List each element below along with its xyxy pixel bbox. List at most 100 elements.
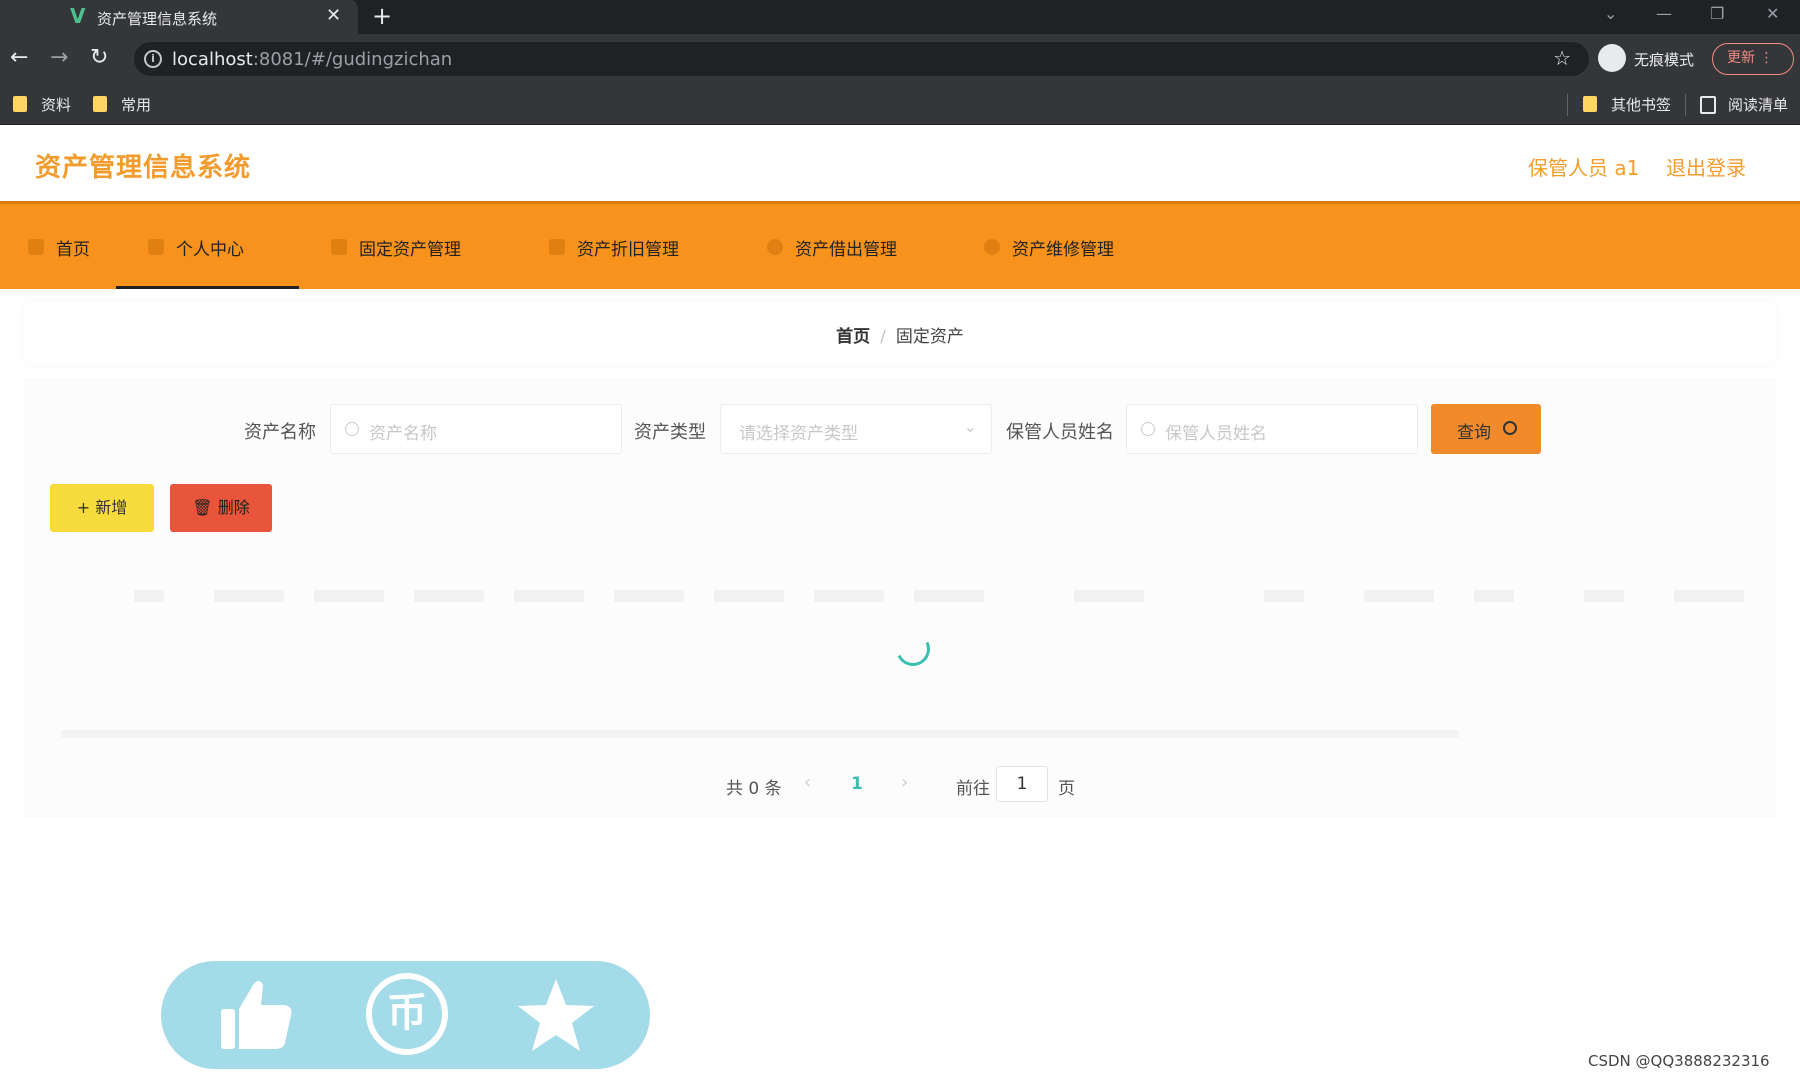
nav-item-lending[interactable]: 资产借出管理	[767, 204, 917, 289]
update-label: 更新	[1727, 50, 1755, 66]
update-button[interactable]: 更新 ⋮	[1712, 43, 1794, 75]
asset-name-input[interactable]: 资产名称	[330, 404, 622, 454]
table-header-loading	[74, 574, 1754, 622]
next-page-icon[interactable]: ›	[901, 772, 908, 793]
nav-item-repair[interactable]: 资产维修管理	[984, 204, 1134, 289]
asset-name-label: 资产名称	[244, 422, 316, 443]
coin-icon[interactable]: 币	[366, 973, 448, 1055]
bookmark-folder-changyong[interactable]: 常用	[93, 94, 151, 115]
asset-type-label: 资产类型	[634, 422, 706, 443]
add-button[interactable]: + 新增	[50, 484, 154, 532]
url-host: localhost	[172, 49, 253, 70]
breadcrumb: 首页 / 固定资产	[24, 322, 1776, 347]
nav-item-label: 资产维修管理	[1012, 240, 1114, 260]
page-unit-label: 页	[1058, 779, 1075, 799]
query-button[interactable]: 查询	[1431, 404, 1541, 454]
omnibox[interactable]: i localhost:8081/#/gudingzichan ☆	[134, 42, 1589, 76]
chevron-down-icon: ⌄	[963, 417, 977, 436]
page-number-current[interactable]: 1	[851, 774, 863, 794]
bookmarks-bar: 资料 常用 其他书签 阅读清单	[0, 84, 1800, 125]
nav-item-label: 固定资产管理	[359, 240, 461, 260]
watermark: CSDN @QQ3888232316	[1588, 1052, 1770, 1070]
nav-item-label: 个人中心	[176, 240, 244, 260]
system-title: 资产管理信息系统	[35, 153, 252, 183]
delete-button[interactable]: 🗑 删除	[170, 484, 272, 532]
loading-spinner-icon	[891, 627, 935, 671]
minimize-icon[interactable]: —	[1656, 4, 1672, 23]
delete-label: 删除	[217, 498, 250, 517]
asset-type-select[interactable]: 请选择资产类型 ⌄	[720, 404, 992, 454]
breadcrumb-home[interactable]: 首页	[836, 327, 870, 347]
keeper-name-input[interactable]: 保管人员姓名	[1126, 404, 1418, 454]
nav-item-label: 资产折旧管理	[577, 240, 679, 260]
prev-page-icon[interactable]: ‹	[804, 772, 811, 793]
menu-icon	[331, 239, 347, 255]
nav-item-depreciation[interactable]: 资产折旧管理	[549, 204, 699, 289]
back-icon[interactable]: ←	[10, 46, 28, 70]
nav-item-label: 资产借出管理	[795, 240, 897, 260]
menu-icon	[984, 239, 1000, 255]
content-panel: 资产名称 资产名称 资产类型 请选择资产类型 ⌄ 保管人员姓名 保管人员姓名 查…	[24, 378, 1776, 818]
table-header-cell	[134, 590, 164, 602]
table-header-cell	[1474, 590, 1514, 602]
vue-favicon-icon: V	[70, 4, 86, 28]
search-icon	[1141, 422, 1155, 436]
incognito-icon	[1598, 44, 1626, 72]
logout-link[interactable]: 退出登录	[1666, 152, 1746, 181]
table-header-cell	[214, 590, 284, 602]
tab-search-icon[interactable]: ⌄	[1604, 4, 1617, 23]
browser-tab-title: 资产管理信息系统	[97, 10, 218, 28]
nav-item-home[interactable]: 首页	[28, 204, 108, 289]
pagination-total: 共 0 条	[726, 779, 782, 799]
bookmark-divider	[1685, 94, 1686, 116]
table-header-cell	[914, 590, 984, 602]
search-icon	[345, 422, 359, 436]
reading-list[interactable]: 阅读清单	[1700, 94, 1788, 115]
app-header: 资产管理信息系统 保管人员 a1 退出登录	[0, 125, 1800, 201]
bookmark-folder-other[interactable]: 其他书签	[1583, 94, 1671, 115]
incognito-label: 无痕模式	[1634, 51, 1695, 69]
bookmark-folder-ziliao[interactable]: 资料	[13, 94, 71, 115]
browser-tab[interactable]: V 资产管理信息系统 ✕	[0, 0, 358, 34]
nav-item-fixed-assets[interactable]: 固定资产管理	[331, 204, 481, 289]
breadcrumb-separator: /	[880, 327, 886, 347]
nav-item-personal-center[interactable]: 个人中心	[116, 204, 299, 289]
menu-icon	[549, 239, 565, 255]
table-header-cell	[1584, 590, 1624, 602]
url-text: localhost:8081/#/gudingzichan	[172, 49, 452, 70]
keeper-name-label: 保管人员姓名	[1006, 422, 1114, 443]
table-header-cell	[1364, 590, 1434, 602]
thumbs-up-icon[interactable]	[213, 973, 297, 1057]
reload-icon[interactable]: ↻	[90, 46, 108, 70]
table-horizontal-scrollbar[interactable]	[60, 730, 1460, 738]
current-user: 保管人员 a1	[1528, 156, 1640, 180]
goto-label: 前往	[956, 779, 990, 799]
table-header-cell	[1674, 590, 1744, 602]
breadcrumb-current: 固定资产	[895, 327, 964, 347]
asset-name-placeholder: 资产名称	[369, 424, 437, 444]
table-header-cell	[1074, 590, 1144, 602]
table-header-cell	[1264, 590, 1304, 602]
table-header-cell	[314, 590, 384, 602]
main-nav: 首页 个人中心 固定资产管理 资产折旧管理 资产借出管理 资产维修管理	[0, 201, 1800, 289]
floating-action-bar: 币	[161, 961, 650, 1069]
trash-icon: 🗑	[192, 498, 213, 517]
new-tab-icon[interactable]: +	[372, 2, 392, 30]
site-info-icon[interactable]: i	[144, 50, 162, 68]
bookmark-divider	[1567, 94, 1568, 116]
close-tab-icon[interactable]: ✕	[326, 5, 341, 26]
forward-icon[interactable]: →	[50, 46, 68, 70]
bookmark-star-icon[interactable]: ☆	[1553, 46, 1571, 70]
close-window-icon[interactable]: ✕	[1766, 4, 1779, 23]
goto-page-input[interactable]: 1	[996, 766, 1048, 802]
query-label: 查询	[1457, 423, 1491, 443]
table-header-cell	[514, 590, 584, 602]
pagination: 共 0 条 ‹ 1 › 前往 1 页	[24, 766, 1776, 806]
home-icon	[28, 239, 44, 255]
asset-type-placeholder: 请选择资产类型	[739, 424, 858, 444]
browser-tab-strip: V 资产管理信息系统 ✕ + ⌄ — ❐ ✕	[0, 0, 1800, 34]
table-header-cell	[414, 590, 484, 602]
user-icon	[148, 239, 164, 255]
star-icon[interactable]	[514, 973, 598, 1057]
restore-icon[interactable]: ❐	[1710, 4, 1724, 23]
